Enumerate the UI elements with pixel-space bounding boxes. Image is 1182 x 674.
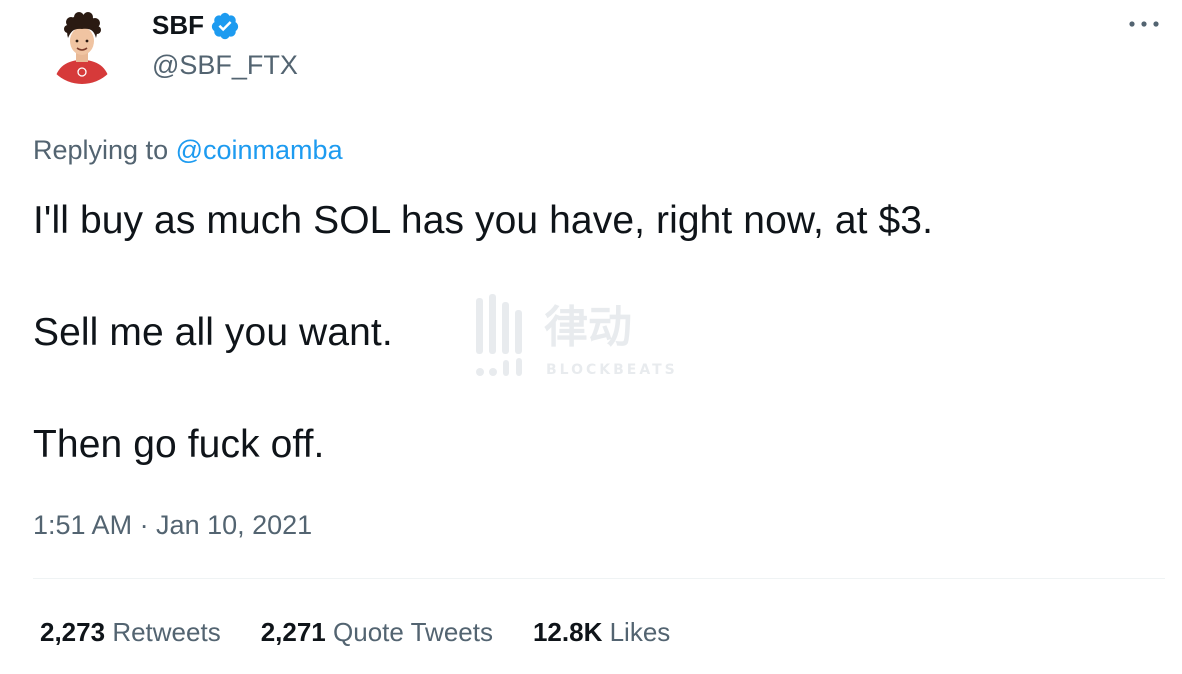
replying-to: Replying to @coinmamba bbox=[33, 135, 343, 166]
likes-count: 12.8K bbox=[532, 617, 603, 647]
tweet-text-line: I'll buy as much SOL has you have, right… bbox=[33, 199, 934, 242]
tweet-text-line: Sell me all you want. bbox=[33, 311, 393, 354]
watermark-cn-text: 律动 bbox=[544, 302, 632, 353]
author-name-row: SBF bbox=[152, 10, 240, 41]
divider bbox=[33, 578, 1165, 579]
replying-to-prefix: Replying to bbox=[33, 135, 169, 165]
tweet: SBF @SBF_FTX Replying to @coinmamba I'll… bbox=[0, 0, 1182, 674]
blockbeats-watermark: 律动 BLOCKBEATS bbox=[472, 292, 714, 382]
tweet-timestamp[interactable]: 1:51 AM · Jan 10, 2021 bbox=[33, 510, 312, 541]
retweets-stat[interactable]: 2,273 Retweets bbox=[40, 617, 221, 648]
likes-stat[interactable]: 12.8K Likes bbox=[533, 617, 670, 648]
avatar-image bbox=[44, 8, 120, 84]
quote-tweets-stat[interactable]: 2,271 Quote Tweets bbox=[261, 617, 493, 648]
tweet-text-line: Then go fuck off. bbox=[33, 423, 325, 466]
tweet-stats: 2,273 Retweets 2,271 Quote Tweets 12.8K … bbox=[40, 617, 670, 648]
replying-to-handle-link[interactable]: @coinmamba bbox=[176, 135, 343, 165]
likes-label: Likes bbox=[609, 617, 671, 647]
quote-tweets-label: Quote Tweets bbox=[333, 617, 493, 647]
verified-badge-icon bbox=[210, 11, 240, 41]
retweets-label: Retweets bbox=[112, 617, 221, 647]
watermark-en-text: BLOCKBEATS bbox=[546, 362, 678, 378]
quote-tweets-count: 2,271 bbox=[260, 617, 326, 647]
more-options-icon[interactable] bbox=[1124, 12, 1164, 36]
author-display-name[interactable]: SBF bbox=[152, 10, 204, 41]
author-handle[interactable]: @SBF_FTX bbox=[152, 50, 298, 81]
retweets-count: 2,273 bbox=[40, 617, 106, 647]
avatar[interactable] bbox=[44, 8, 120, 84]
